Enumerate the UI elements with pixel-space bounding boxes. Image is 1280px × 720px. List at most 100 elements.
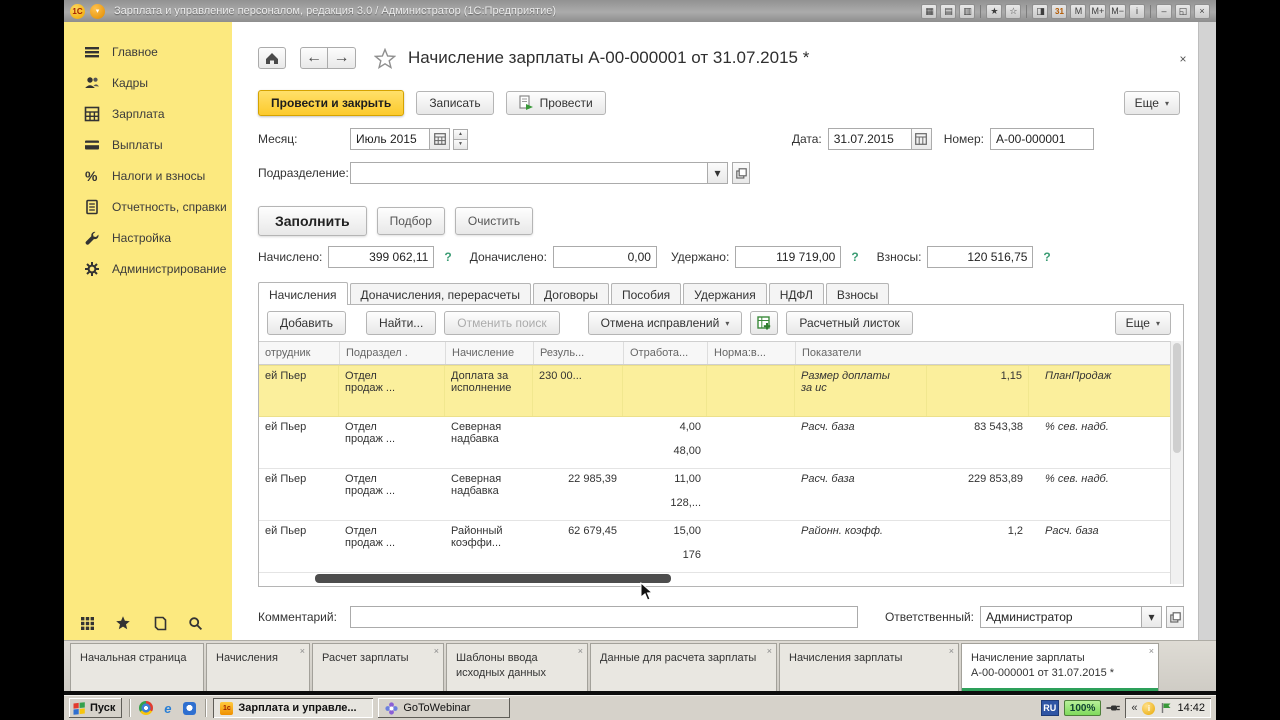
memory-minus-icon[interactable]: M− [1109, 3, 1126, 19]
calculator-icon[interactable]: ◨ [1032, 3, 1049, 19]
calendar-icon[interactable]: 31 [1051, 3, 1068, 19]
tab-benefits[interactable]: Пособия [610, 283, 682, 305]
department-input[interactable] [350, 162, 708, 184]
favorite-toggle-star-icon[interactable] [374, 47, 396, 69]
spin-up-icon[interactable]: ▲ [453, 128, 468, 140]
tab-close-icon[interactable]: × [1149, 647, 1154, 656]
window-tab-home[interactable]: Начальная страница [70, 643, 204, 691]
table-row[interactable]: ей Пьер Отдел продаж ... Районный коэффи… [259, 521, 1183, 573]
table-more-button[interactable]: Еще ▾ [1114, 311, 1171, 335]
tab-deductions[interactable]: Удержания [683, 283, 767, 305]
withheld-input[interactable] [735, 246, 842, 268]
department-open-button[interactable] [732, 162, 750, 184]
number-input[interactable] [990, 128, 1094, 150]
date-calendar-button[interactable] [911, 128, 932, 150]
col-header-result[interactable]: Резуль... [533, 342, 623, 364]
tray-flag-icon[interactable] [1160, 702, 1172, 714]
window-tab-accruals[interactable]: Начисления × [206, 643, 310, 691]
battery-indicator[interactable]: 100% [1063, 700, 1102, 716]
back-button[interactable]: ← [300, 47, 328, 69]
write-button[interactable]: Записать [416, 91, 494, 115]
sidebar-item-payments[interactable]: Выплаты [64, 129, 232, 160]
tab-close-icon[interactable]: × [767, 647, 772, 656]
save-icon[interactable]: ▦ [921, 3, 938, 19]
withheld-help-link[interactable]: ? [851, 250, 858, 264]
tray-collapse-icon[interactable]: « [1131, 702, 1137, 714]
tab-additional-accruals[interactable]: Доначисления, перерасчеты [349, 283, 532, 305]
messenger-icon[interactable] [181, 700, 198, 717]
window-tab-templates[interactable]: Шаблоны ввода исходных данных × [446, 643, 588, 691]
taskbar-task-gotowebinar[interactable]: GoToWebinar [378, 698, 511, 718]
browser-chrome-icon[interactable] [137, 700, 154, 717]
pick-button[interactable]: Подбор [376, 207, 445, 235]
responsible-input[interactable] [980, 606, 1142, 628]
tab-accruals[interactable]: Начисления [258, 282, 348, 305]
sidebar-item-salary[interactable]: Зарплата [64, 98, 232, 129]
post-button[interactable]: Провести [505, 91, 606, 115]
functions-menu-icon[interactable] [78, 614, 96, 632]
cancel-search-button[interactable]: Отменить поиск [444, 311, 560, 335]
find-button[interactable]: Найти... [366, 311, 437, 335]
spin-down-icon[interactable]: ▼ [453, 139, 468, 150]
sidebar-item-main[interactable]: Главное [64, 36, 232, 67]
browser-ie-icon[interactable]: e [159, 700, 176, 717]
close-icon[interactable]: × [1194, 3, 1210, 19]
payslip-button[interactable]: Расчетный листок [786, 311, 913, 335]
clock[interactable]: 14:42 [1177, 702, 1205, 714]
memory-icon[interactable]: M [1070, 3, 1087, 19]
fill-button[interactable]: Заполнить [258, 206, 367, 236]
sidebar-item-taxes[interactable]: % Налоги и взносы [64, 160, 232, 191]
print-preview-icon[interactable]: ▥ [959, 3, 976, 19]
vertical-scrollbar[interactable] [1170, 341, 1183, 584]
taskbar-task-1c[interactable]: 1с Зарплата и управле... [213, 698, 374, 718]
accrued-help-link[interactable]: ? [444, 250, 451, 264]
history-icon[interactable] [150, 614, 168, 632]
post-and-close-button[interactable]: Провести и закрыть [258, 90, 405, 116]
col-header-department[interactable]: Подраздел . [339, 342, 445, 364]
favorites-star-icon[interactable] [114, 614, 132, 632]
col-header-norm[interactable]: Норма:в... [707, 342, 795, 364]
additional-input[interactable] [552, 246, 657, 268]
window-tab-salary-data[interactable]: Данные для расчета зарплаты × [590, 643, 777, 691]
comment-input[interactable] [350, 606, 858, 628]
horizontal-scrollbar[interactable] [315, 574, 671, 583]
tray-info-icon[interactable]: i [1142, 701, 1156, 715]
tab-ndfl[interactable]: НДФЛ [768, 283, 824, 305]
responsible-dropdown-button[interactable]: ▾ [1142, 606, 1162, 628]
month-calendar-button[interactable] [430, 128, 450, 150]
contributions-input[interactable] [927, 246, 1034, 268]
sidebar-item-administration[interactable]: Администрирование [64, 253, 232, 284]
search-icon[interactable] [186, 614, 204, 632]
info-icon[interactable]: i [1129, 3, 1145, 19]
restore-icon[interactable]: ◱ [1175, 3, 1191, 19]
responsible-open-button[interactable] [1166, 606, 1184, 628]
department-dropdown-button[interactable]: ▾ [708, 162, 728, 184]
add-row-button[interactable]: Добавить [267, 311, 347, 335]
language-indicator[interactable]: RU [1040, 700, 1059, 716]
tab-close-icon[interactable]: × [578, 647, 583, 656]
payslip-table-icon-button[interactable] [750, 311, 779, 335]
tab-close-icon[interactable]: × [434, 647, 439, 656]
window-tab-salary-calc[interactable]: Расчет зарплаты × [312, 643, 444, 691]
sidebar-item-reports[interactable]: Отчетность, справки [64, 191, 232, 222]
memory-plus-icon[interactable]: M+ [1089, 3, 1107, 19]
window-tab-current-document[interactable]: Начисление зарплаты А-00-000001 от 31.07.… [961, 643, 1159, 691]
tab-close-icon[interactable]: × [300, 647, 305, 656]
favorites-icon[interactable]: ☆ [1005, 3, 1022, 19]
start-button[interactable]: Пуск [69, 698, 123, 718]
table-row[interactable]: ей Пьер Отдел продаж ... Северная надбав… [259, 469, 1183, 521]
tab-contracts[interactable]: Договоры [533, 283, 609, 305]
table-row[interactable]: ей Пьер Отдел продаж ... Доплата за испо… [259, 365, 1183, 417]
table-row[interactable]: ей Пьер Отдел продаж ... Северная надбав… [259, 417, 1183, 469]
accrued-input[interactable] [328, 246, 435, 268]
home-button[interactable] [258, 47, 286, 69]
col-header-worked[interactable]: Отработа... [623, 342, 707, 364]
app-logo-icon[interactable]: 1С [70, 3, 85, 19]
sidebar-item-settings[interactable]: Настройка [64, 222, 232, 253]
window-tab-salary-accruals[interactable]: Начисления зарплаты × [779, 643, 959, 691]
sidebar-item-hr[interactable]: Кадры [64, 67, 232, 98]
titlebar-dropdown-icon[interactable]: ▾ [90, 3, 105, 19]
col-header-accrual[interactable]: Начисление [445, 342, 533, 364]
tab-close-icon[interactable]: × [949, 647, 954, 656]
minimize-icon[interactable]: – [1156, 3, 1172, 19]
